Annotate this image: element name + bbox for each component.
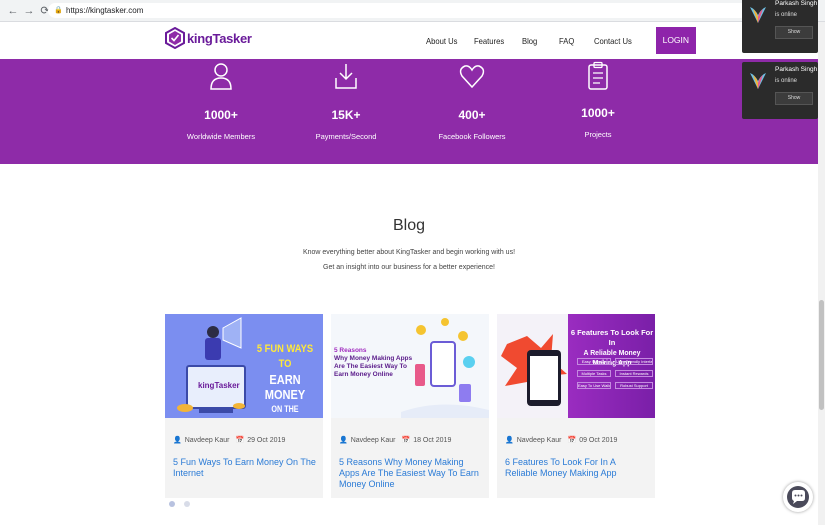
card-image-chip: Instant Rewards <box>615 370 653 377</box>
carousel-dot-1[interactable] <box>169 501 175 507</box>
stat-label: Facebook Followers <box>438 132 506 141</box>
chat-bubble-icon <box>787 486 809 508</box>
stat-label: Worldwide Members <box>186 132 256 141</box>
blog-card[interactable]: kingTasker 5 FUN WAYS TO EARN MONEY ON T… <box>165 314 323 498</box>
card-meta: 👤 Navdeep Kaur 📅 09 Oct 2019 <box>505 436 618 445</box>
browser-toolbar: ← → ⟳ 🔒 https://kingtasker.com <box>0 0 825 22</box>
card-date: 18 Oct 2019 <box>413 436 452 444</box>
card-image-text: 5 Reasons Why Money Making Apps Are The … <box>334 347 414 379</box>
stat-followers: 400+ Facebook Followers <box>417 59 527 141</box>
calendar-icon: 📅 <box>567 437 577 444</box>
card-image-chip: Multiple Tasks <box>577 370 611 377</box>
calendar-icon: 📅 <box>401 437 411 444</box>
notification-name: Parkash Singh <box>775 0 818 7</box>
blog-card[interactable]: 6 Features To Look For In A Reliable Mon… <box>497 314 655 498</box>
lock-icon: 🔒 <box>54 7 63 14</box>
card-date: 29 Oct 2019 <box>247 436 286 444</box>
card-image-logo: kingTasker <box>198 381 240 390</box>
card-image-chip: Easy Sign Up <box>577 358 611 365</box>
card-image-chips: Easy Sign Up User-Friendly Interface Mul… <box>577 358 653 389</box>
card-image-chip: Robust Support <box>615 382 653 389</box>
chat-widget-button[interactable] <box>783 482 813 512</box>
heart-icon <box>459 65 485 89</box>
blog-heading: Blog <box>392 217 426 234</box>
forward-arrow-icon[interactable]: → <box>22 4 36 18</box>
stat-members: 1000+ Worldwide Members <box>166 59 276 141</box>
online-notification: Parkash Singh is online Show <box>742 62 818 119</box>
stat-number: 1000+ <box>581 106 615 120</box>
stat-number: 15K+ <box>331 108 361 122</box>
notification-status: is online <box>775 78 798 84</box>
blog-card[interactable]: 5 Reasons Why Money Making Apps Are The … <box>331 314 489 498</box>
card-author: Navdeep Kaur <box>350 436 396 444</box>
nav-features[interactable]: Features <box>474 36 504 46</box>
blog-card-image[interactable]: kingTasker 5 FUN WAYS TO EARN MONEY ON T… <box>165 314 323 418</box>
bird-logo-icon <box>750 73 766 89</box>
card-image-line: 5 FUN WAYS TO <box>256 343 314 370</box>
stat-payments: 15K+ Payments/Second <box>291 59 401 141</box>
logo-hexagon-icon <box>165 27 185 49</box>
back-arrow-icon[interactable]: ← <box>6 4 20 18</box>
card-image-line: Are The Easiest Way To <box>334 363 407 370</box>
card-image-line: ON THE INTERNET <box>271 404 299 414</box>
user-icon: 👤 <box>505 437 514 444</box>
card-image-chip: User-Friendly Interface <box>615 358 653 365</box>
card-author: Navdeep Kaur <box>516 436 562 444</box>
blog-subtitle-2: Get an insight into our business for a b… <box>323 264 495 271</box>
scrollbar-thumb[interactable] <box>819 300 824 410</box>
url-text: https://kingtasker.com <box>66 6 144 15</box>
user-icon: 👤 <box>173 437 182 444</box>
user-icon <box>210 63 232 90</box>
download-icon <box>335 64 357 89</box>
card-image-line: Why Money Making Apps <box>334 355 413 362</box>
card-title-link[interactable]: 6 Features To Look For In A Reliable Mon… <box>505 457 650 479</box>
card-meta: 👤 Navdeep Kaur 📅 29 Oct 2019 <box>173 436 286 445</box>
nav-faq[interactable]: FAQ <box>559 36 574 46</box>
nav-blog[interactable]: Blog <box>522 36 537 46</box>
nav-contact-us[interactable]: Contact Us <box>594 36 632 46</box>
user-icon: 👤 <box>339 437 348 444</box>
site-header: kingTasker About Us Features Blog FAQ Co… <box>0 22 818 59</box>
card-image-line: Earn Money Online <box>334 371 393 378</box>
blog-card-image[interactable]: 5 Reasons Why Money Making Apps Are The … <box>331 314 489 418</box>
calendar-icon: 📅 <box>235 437 245 444</box>
page: kingTasker About Us Features Blog FAQ Co… <box>0 22 818 525</box>
online-notification: Parkash Singh is online Show <box>742 0 818 53</box>
notification-show-button[interactable]: Show <box>775 92 813 105</box>
stat-label: Payments/Second <box>315 132 377 141</box>
main-nav: About Us Features Blog FAQ Contact Us LO… <box>426 27 697 54</box>
clipboard-icon <box>588 61 608 90</box>
bird-logo-icon <box>750 7 766 23</box>
stat-number: 1000+ <box>204 108 238 122</box>
notification-show-button[interactable]: Show <box>775 26 813 39</box>
notification-status: is online <box>775 12 798 18</box>
stat-label: Projects <box>584 130 612 139</box>
logo-text: kingTasker <box>187 30 252 46</box>
card-title-link[interactable]: 5 Reasons Why Money Making Apps Are The … <box>339 457 484 490</box>
address-bar[interactable]: 🔒 https://kingtasker.com <box>48 3 748 18</box>
card-image-line: 6 Features To Look For In <box>570 328 654 347</box>
stat-projects: 1000+ Projects <box>543 59 653 139</box>
card-image-text: 5 FUN WAYS TO EARN MONEY ON THE INTERNET <box>247 342 323 418</box>
page-scrollbar[interactable] <box>818 22 825 525</box>
card-title-link[interactable]: 5 Fun Ways To Earn Money On The Internet <box>173 457 318 479</box>
logo[interactable]: kingTasker <box>165 27 252 49</box>
card-meta: 👤 Navdeep Kaur 📅 18 Oct 2019 <box>339 436 452 445</box>
card-image-chip: Easy To Use Wallet Points <box>577 382 611 389</box>
login-button[interactable]: LOGIN <box>655 27 697 54</box>
carousel-dots <box>169 501 199 507</box>
nav-about-us[interactable]: About Us <box>426 36 457 46</box>
blog-card-image[interactable]: 6 Features To Look For In A Reliable Mon… <box>497 314 655 418</box>
stat-number: 400+ <box>458 108 486 122</box>
carousel-dot-2[interactable] <box>184 501 190 507</box>
blog-subtitle-1: Know everything better about KingTasker … <box>302 249 516 256</box>
card-date: 09 Oct 2019 <box>579 436 618 444</box>
card-image-line: EARN MONEY <box>264 372 306 402</box>
card-author: Navdeep Kaur <box>184 436 230 444</box>
stats-band: 1000+ Worldwide Members 15K+ Payments/Se… <box>0 59 818 164</box>
card-image-line: 5 Reasons <box>334 347 367 354</box>
notification-name: Parkash Singh <box>775 66 818 73</box>
